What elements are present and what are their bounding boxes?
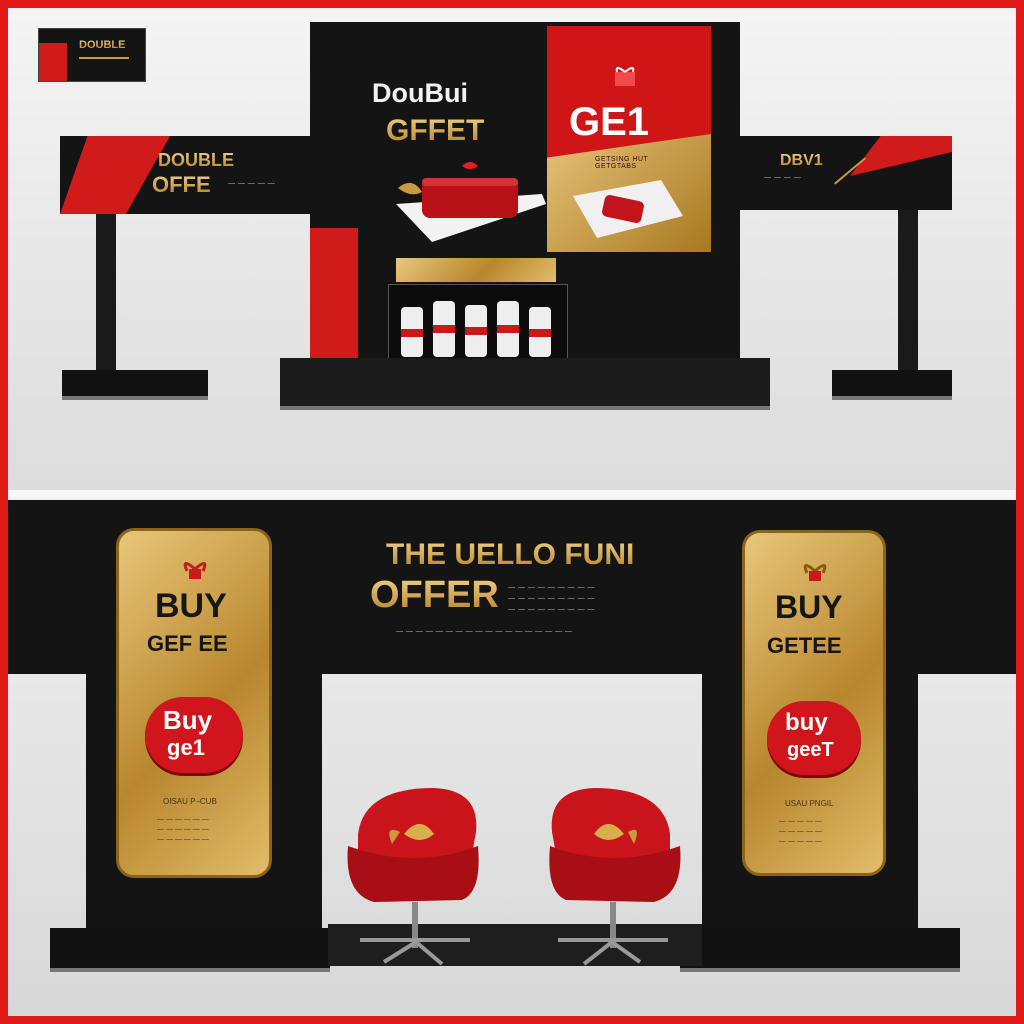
right-pillar-base <box>680 928 960 972</box>
bottom-booth-scene: THE UELLO FUNI OFFER — — — — — — — — — — … <box>8 498 1016 1016</box>
left-sign: DOUBLE OFFE — — — — — <box>60 136 310 214</box>
left-base <box>62 370 208 400</box>
left-sign-line1: DOUBLE <box>158 150 234 170</box>
header-fine-block: — — — — — — — — — — — — — — — — — — — — — … <box>508 584 596 613</box>
left-badge-line1: Buy <box>163 705 213 735</box>
left-sign-line2: OFFE <box>152 172 211 197</box>
header-line2: OFFER <box>370 574 499 616</box>
right-panel: BUY GETEE buy geeT USAU PNGIL — — — — — —… <box>742 530 886 876</box>
gift-bow-icon <box>799 557 831 583</box>
left-panel-line2: GEF EE <box>147 631 228 656</box>
right-sign-fine: — — — — <box>764 174 802 181</box>
cake-icon <box>392 158 550 250</box>
red-panel: GE1 GETSING HUT GETGTABS <box>547 26 711 252</box>
plate-icon <box>573 176 683 240</box>
header-fine-line: — — — — — — — — — — — — — — — — — — <box>396 628 573 635</box>
center-title-line1: DouBui <box>372 78 468 108</box>
left-panel: BUY GEF EE Buy ge1 OISAU P–CUB — — — — —… <box>116 528 272 878</box>
product-shelf <box>388 284 568 364</box>
center-base <box>280 358 770 410</box>
chair-icon <box>544 784 684 970</box>
left-sign-fine: — — — — — <box>228 180 276 187</box>
left-panel-fine-lines: — — — — — — — — — — — — — — — — — — <box>157 816 209 843</box>
right-panel-fine: USAU PNGIL <box>785 799 834 808</box>
right-panel-badge: buy geeT <box>767 701 861 775</box>
left-pillar-base <box>50 928 330 972</box>
right-panel-fine-lines: — — — — — — — — — — — — — — — <box>779 818 822 845</box>
right-badge-line2: geeT <box>787 739 834 761</box>
gift-bow-icon <box>179 555 211 581</box>
right-sign: DBV1 — — — — <box>740 136 952 210</box>
right-base <box>832 370 952 400</box>
center-title-line2: GFFET <box>386 114 485 147</box>
corner-badge: DOUBLE <box>38 28 146 82</box>
left-panel-badge: Buy ge1 <box>145 697 243 773</box>
right-sign-label: DBV1 <box>780 152 823 169</box>
right-badge-line1: buy <box>785 709 828 736</box>
header-line1: THE UELLO FUNI <box>386 538 635 571</box>
right-pole <box>898 210 918 382</box>
divider <box>8 490 1016 498</box>
chair-icon <box>344 784 484 970</box>
left-pole <box>96 214 116 382</box>
left-panel-fine: OISAU P–CUB <box>163 797 217 806</box>
left-badge-line2: ge1 <box>167 735 205 760</box>
right-panel-line1: BUY <box>775 589 843 625</box>
red-panel-caption: GETSING HUT GETGTABS <box>595 156 649 170</box>
right-panel-line2: GETEE <box>767 633 842 658</box>
red-panel-title: GE1 <box>569 100 650 144</box>
gift-bow-icon <box>611 64 639 86</box>
counter-top <box>396 258 556 282</box>
top-booth-scene: DOUBLE DOUBLE OFFE — — — — — DouBui GFFE… <box>8 8 1016 490</box>
corner-badge-text: DOUBLE <box>79 39 126 51</box>
left-panel-line1: BUY <box>155 587 227 625</box>
